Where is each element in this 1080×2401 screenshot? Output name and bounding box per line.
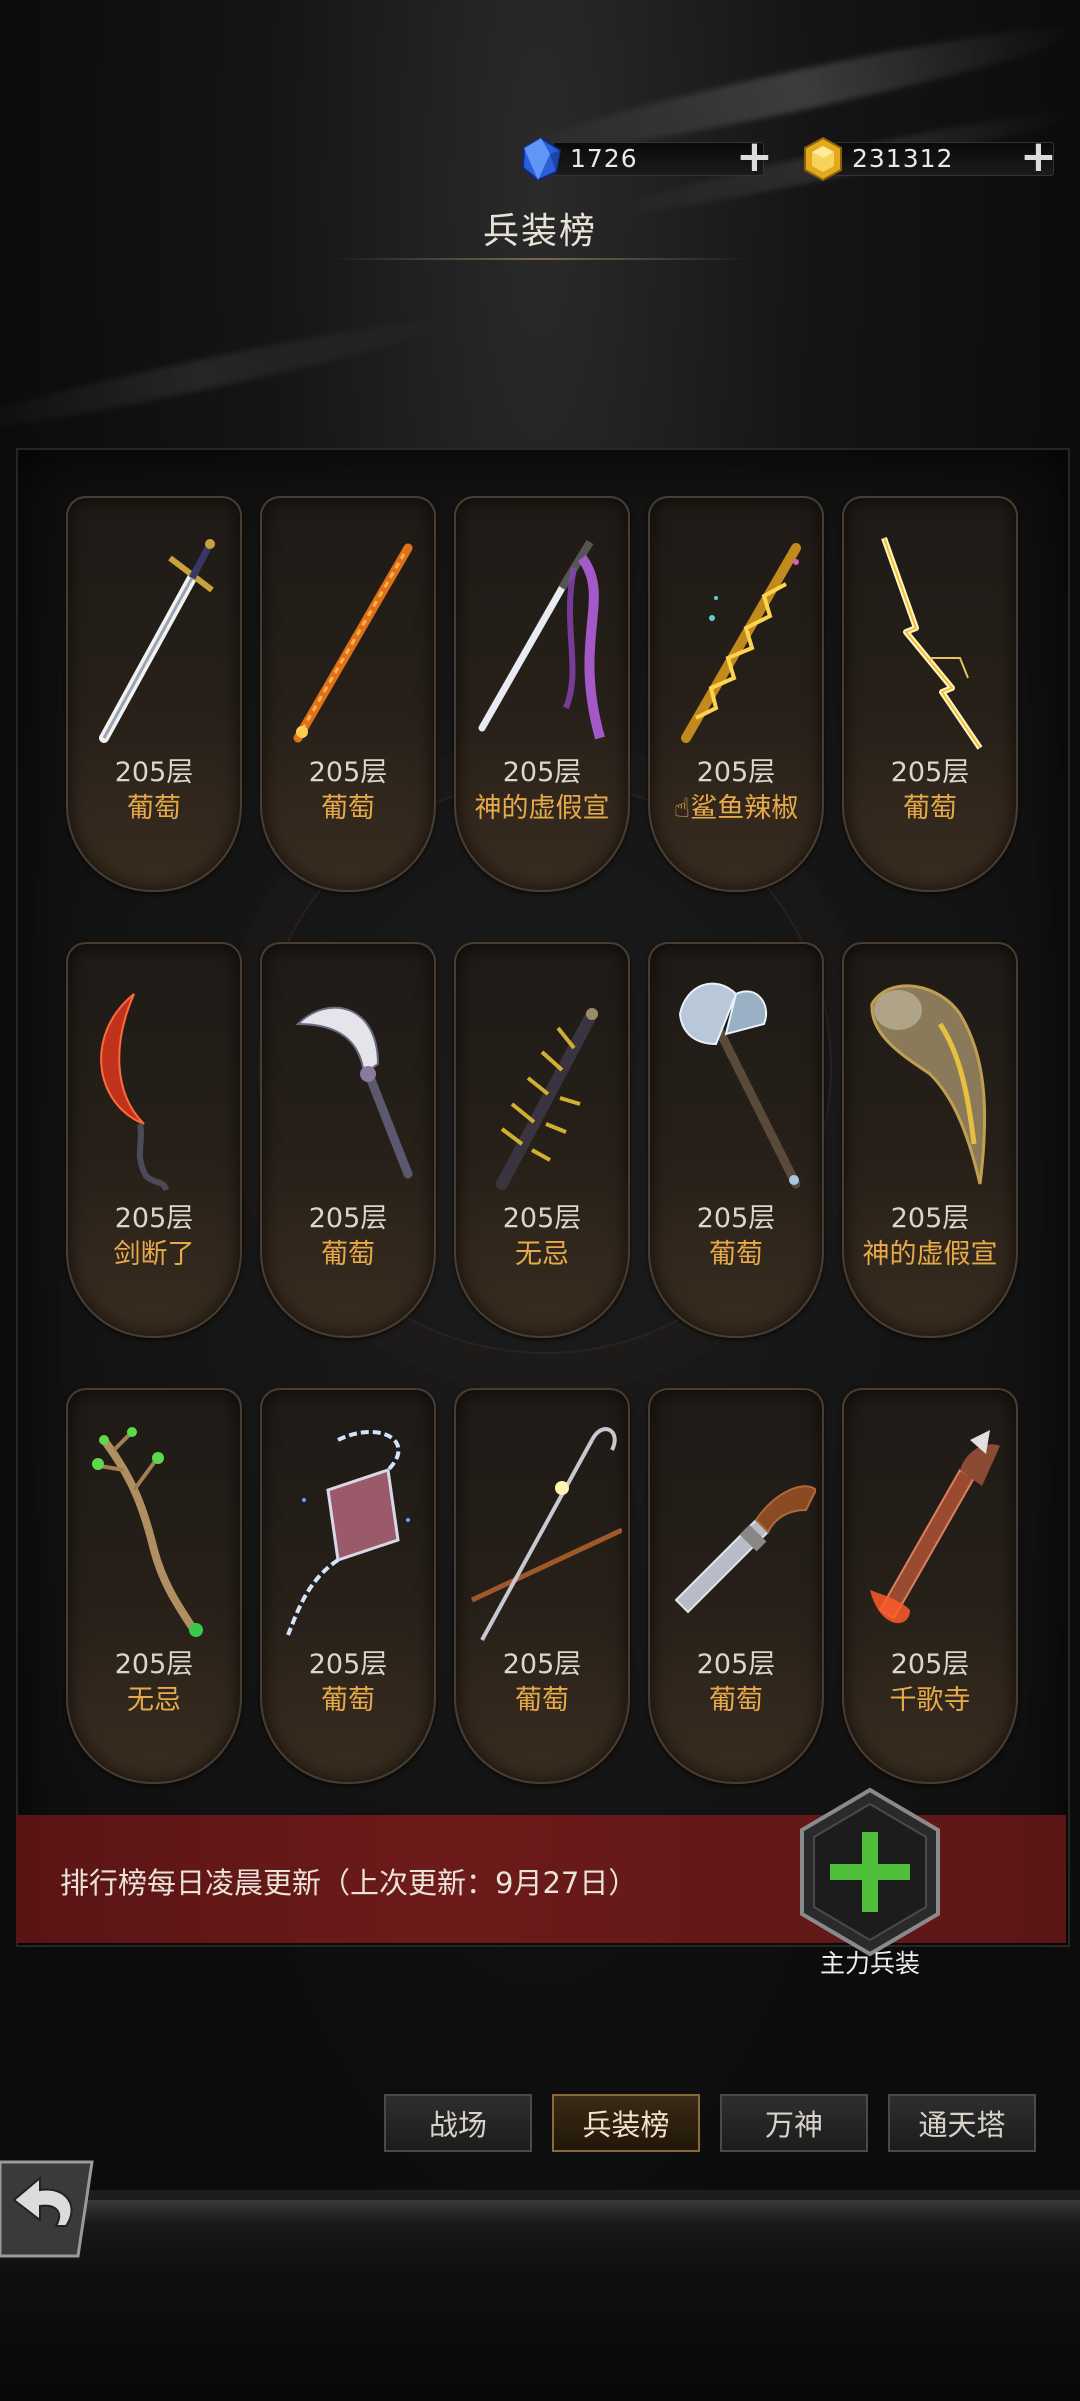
weapon-level: 205层 bbox=[890, 1649, 970, 1680]
horn-relic-icon bbox=[870, 984, 987, 1185]
weapon-card[interactable]: 205层 葡萄 bbox=[648, 942, 824, 1338]
weapon-level: 205层 bbox=[890, 1203, 970, 1234]
gold-counter: 231312 bbox=[800, 136, 1056, 182]
player-name: 葡萄 bbox=[321, 1685, 375, 1716]
weapon-card[interactable]: 205层 葡萄 bbox=[66, 496, 242, 892]
battle-axe-icon bbox=[678, 982, 801, 1189]
player-name: 葡萄 bbox=[709, 1239, 763, 1270]
tab-tower[interactable]: 通天塔 bbox=[888, 2094, 1036, 2152]
weapon-card[interactable]: 205层 葡萄 bbox=[260, 1388, 436, 1784]
player-name: 无忌 bbox=[127, 1685, 181, 1716]
weapon-level: 205层 bbox=[890, 757, 970, 788]
silver-sword-icon bbox=[99, 539, 215, 743]
crimson-sickle-icon bbox=[100, 993, 169, 1191]
player-name: 葡萄 bbox=[903, 793, 957, 824]
weapon-card[interactable]: 205层 ☝鲨鱼辣椒 bbox=[648, 496, 824, 892]
weapon-card[interactable]: 205层 葡萄 bbox=[842, 496, 1018, 892]
tab-pantheon[interactable]: 万神 bbox=[720, 2094, 868, 2152]
player-name: 葡萄 bbox=[709, 1685, 763, 1716]
weapon-card[interactable]: 205层 无忌 bbox=[454, 942, 630, 1338]
weapon-card[interactable]: 205层 千歌寺 bbox=[842, 1388, 1018, 1784]
player-name: 葡萄 bbox=[321, 793, 375, 824]
player-name: 神的虚假宣 bbox=[474, 793, 610, 824]
weapon-card[interactable]: 205层 无忌 bbox=[66, 1388, 242, 1784]
add-diamond-button[interactable]: + bbox=[736, 131, 776, 182]
player-name: 神的虚假宣 bbox=[862, 1239, 998, 1270]
player-name: 千歌寺 bbox=[889, 1685, 971, 1716]
weapon-card[interactable]: 205层 剑断了 bbox=[66, 942, 242, 1338]
weapon-card[interactable]: 205层 葡萄 bbox=[454, 1388, 630, 1784]
spiked-blade-icon bbox=[496, 1008, 598, 1190]
bg-streak bbox=[0, 306, 458, 444]
flame-sword-icon bbox=[293, 543, 413, 743]
plus-icon: + bbox=[1020, 131, 1057, 182]
weapon-card[interactable]: 205层 葡萄 bbox=[648, 1388, 824, 1784]
add-gold-button[interactable]: + bbox=[1020, 131, 1060, 182]
weapon-level: 205层 bbox=[502, 757, 582, 788]
leaf-staff-icon bbox=[92, 1427, 203, 1637]
ranking-screen: 1726 + 231312 + 兵装榜 205层 葡萄 205层 葡萄 205层… bbox=[0, 0, 1080, 2401]
page-title: 兵装榜 bbox=[482, 211, 597, 252]
update-notice-text: 排行榜每日凌晨更新（上次更新：9月27日） bbox=[60, 1866, 638, 1900]
katana-ribbon-icon bbox=[478, 539, 605, 740]
crossed-staves-icon bbox=[470, 1427, 622, 1641]
tab-battlefield[interactable]: 战场 bbox=[384, 2094, 532, 2152]
main-weapon-label: 主力兵装 bbox=[819, 1949, 920, 1978]
gold-value: 231312 bbox=[852, 144, 954, 173]
weapon-level: 205层 bbox=[114, 757, 194, 788]
main-weapon-button[interactable] bbox=[796, 1786, 944, 1958]
chain-gauntlet-icon bbox=[286, 1430, 410, 1636]
weapon-level: 205层 bbox=[308, 1203, 388, 1234]
weapon-level: 205层 bbox=[308, 757, 388, 788]
flintlock-pistol-icon bbox=[674, 1485, 816, 1614]
player-name: 葡萄 bbox=[515, 1685, 569, 1716]
weapon-card[interactable]: 205层 葡萄 bbox=[260, 942, 436, 1338]
footer-edge bbox=[0, 2200, 1080, 2224]
weapon-card[interactable]: 205层 神的虚假宣 bbox=[842, 942, 1018, 1338]
lightning-blade-icon bbox=[881, 536, 983, 750]
back-button[interactable] bbox=[0, 2160, 98, 2258]
diamond-value: 1726 bbox=[570, 144, 638, 173]
weapon-level: 205层 bbox=[114, 1649, 194, 1680]
tab-weapon-ranking[interactable]: 兵装榜 bbox=[552, 2094, 700, 2152]
player-name: ☝鲨鱼辣椒 bbox=[673, 793, 799, 824]
weapon-card[interactable]: 205层 神的虚假宣 bbox=[454, 496, 630, 892]
serrated-dagger-icon bbox=[295, 1006, 413, 1179]
player-name: 葡萄 bbox=[321, 1239, 375, 1270]
weapon-card[interactable]: 205层 葡萄 bbox=[260, 496, 436, 892]
weapon-level: 205层 bbox=[696, 1649, 776, 1680]
weapon-level: 205层 bbox=[696, 1203, 776, 1234]
player-name: 葡萄 bbox=[127, 793, 181, 824]
gold-crystal-icon bbox=[804, 136, 842, 182]
weapon-level: 205层 bbox=[502, 1203, 582, 1234]
weapon-level: 205层 bbox=[308, 1649, 388, 1680]
golden-spear-icon bbox=[681, 543, 801, 743]
fire-gun-icon bbox=[870, 1430, 1000, 1624]
weapon-level: 205层 bbox=[696, 757, 776, 788]
title-divider bbox=[330, 258, 750, 260]
weapon-level: 205层 bbox=[114, 1203, 194, 1234]
player-name: 无忌 bbox=[515, 1239, 569, 1270]
blue-crystal-icon bbox=[521, 136, 562, 182]
weapon-level: 205层 bbox=[502, 1649, 582, 1680]
plus-icon: + bbox=[736, 131, 773, 182]
player-name: 剑断了 bbox=[113, 1239, 195, 1270]
